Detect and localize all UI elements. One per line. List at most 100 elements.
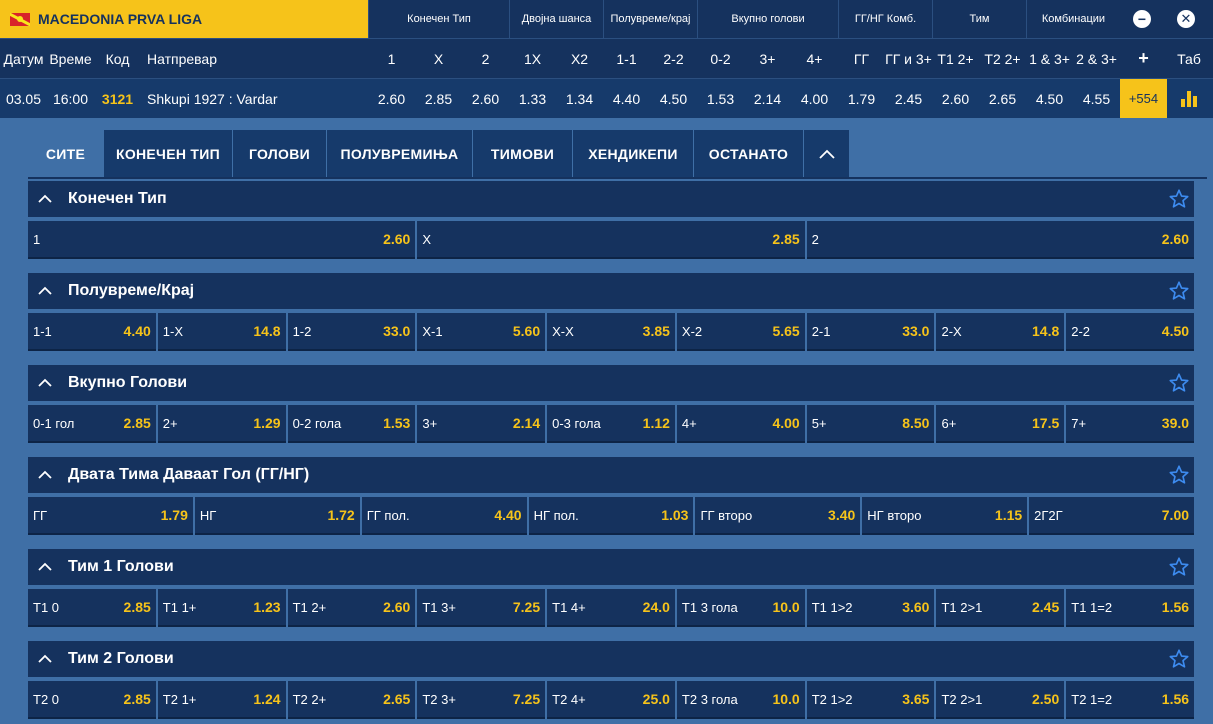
tab-2[interactable]: ГОЛОВИ <box>233 130 327 178</box>
event-odd[interactable]: 2.65 <box>979 79 1026 118</box>
tab-1[interactable]: КОНЕЧЕН ТИП <box>104 130 233 178</box>
event-odd[interactable]: 2.60 <box>932 79 979 118</box>
minimize-button[interactable]: − <box>1120 0 1164 38</box>
event-row[interactable]: 03.05 16:00 3121 Shkupi 1927 : Vardar 2.… <box>0 78 1213 118</box>
odd-value: 1.29 <box>253 415 281 431</box>
odd-button[interactable]: 1-X 14.8 <box>157 313 286 351</box>
odds-column-label: Т1 2+ <box>937 50 974 67</box>
odd-button[interactable]: Т2 3+ 7.25 <box>417 681 546 719</box>
odd-button[interactable]: Т1 1>2 3.60 <box>806 589 935 627</box>
event-odd[interactable]: 2.60 <box>368 79 415 118</box>
odd-button[interactable]: 2Г2Г 7.00 <box>1029 497 1195 535</box>
event-odd[interactable]: 2.14 <box>744 79 791 118</box>
odd-button[interactable]: X-1 5.60 <box>417 313 546 351</box>
odd-button[interactable]: 6+ 17.5 <box>936 405 1065 443</box>
favorite-star-icon[interactable] <box>1168 372 1190 394</box>
odd-button[interactable]: Т2 2+ 2.65 <box>287 681 416 719</box>
odd-button[interactable]: Т2 1>2 3.65 <box>806 681 935 719</box>
odd-button[interactable]: ГГ 1.79 <box>28 497 193 535</box>
odd-button[interactable]: ГГ второ 3.40 <box>695 497 861 535</box>
odd-value: 1.53 <box>383 415 411 431</box>
event-odd[interactable]: 1.34 <box>556 79 603 118</box>
odd-label: НГ пол. <box>533 507 579 523</box>
market-header[interactable]: Двата Тима Даваат Гол (ГГ/НГ) <box>28 457 1194 493</box>
odd-button[interactable]: Т2 2>1 2.50 <box>936 681 1065 719</box>
odd-button[interactable]: X-X 3.85 <box>547 313 675 351</box>
odd-value: 1.24 <box>253 691 281 707</box>
event-odd[interactable]: 2.60 <box>462 79 509 118</box>
odd-button[interactable]: 3+ 2.14 <box>417 405 546 443</box>
close-button[interactable]: ✕ <box>1164 0 1208 38</box>
odd-button[interactable]: Т2 0 2.85 <box>28 681 156 719</box>
event-odd[interactable]: 2.45 <box>885 79 932 118</box>
odd-button[interactable]: 2-2 4.50 <box>1066 313 1195 351</box>
favorite-star-icon[interactable] <box>1168 280 1190 302</box>
odd-button[interactable]: Т1 3+ 7.25 <box>417 589 546 627</box>
event-odd[interactable]: 4.40 <box>603 79 650 118</box>
odd-button[interactable]: X 2.85 <box>417 221 805 259</box>
odd-button[interactable]: 1-1 4.40 <box>28 313 156 351</box>
odd-button[interactable]: Т2 3 гола 10.0 <box>676 681 805 719</box>
collapse-tabs-button[interactable] <box>804 130 850 178</box>
odd-button[interactable]: Т1 2>1 2.45 <box>936 589 1065 627</box>
odd-button[interactable]: Т2 1=2 1.56 <box>1066 681 1195 719</box>
odd-label: Т2 4+ <box>552 691 586 707</box>
odd-value: 2.60 <box>383 231 411 247</box>
odd-value: 2.50 <box>1032 691 1060 707</box>
tab-4[interactable]: ТИМОВИ <box>473 130 573 178</box>
odd-button[interactable]: 2-X 14.8 <box>936 313 1065 351</box>
event-odd[interactable]: 4.00 <box>791 79 838 118</box>
odd-button[interactable]: 2-1 33.0 <box>806 313 935 351</box>
market-section: Тим 1 Голови Т1 0 2.85 Т1 1+ 1.23 Т1 2+ 2.60 Т1… <box>28 549 1195 627</box>
odd-button[interactable]: Т2 1+ 1.24 <box>157 681 286 719</box>
odd-button[interactable]: Т2 4+ 25.0 <box>547 681 675 719</box>
event-odd[interactable]: 2.85 <box>415 79 462 118</box>
odd-button[interactable]: Т1 2+ 2.60 <box>287 589 416 627</box>
odd-button[interactable]: НГ второ 1.15 <box>862 497 1028 535</box>
odd-button[interactable]: 2 2.60 <box>806 221 1194 259</box>
tab-3[interactable]: ПОЛУВРЕМИЊА <box>327 130 473 178</box>
odd-button[interactable]: X-2 5.65 <box>676 313 805 351</box>
odd-button[interactable]: 0-2 гола 1.53 <box>287 405 416 443</box>
odd-button[interactable]: Т1 1+ 1.23 <box>157 589 286 627</box>
market-header[interactable]: Полувреме/Крај <box>28 273 1194 309</box>
market-header[interactable]: Вкупно Голови <box>28 365 1194 401</box>
odd-button[interactable]: Т1 3 гола 10.0 <box>676 589 805 627</box>
tab-5[interactable]: ХЕНДИКЕПИ <box>573 130 694 178</box>
chevron-up-icon <box>38 192 52 206</box>
odd-button[interactable]: 1-2 33.0 <box>287 313 416 351</box>
odd-label: 6+ <box>941 415 957 431</box>
event-odd[interactable]: 4.50 <box>650 79 697 118</box>
market-header[interactable]: Тим 2 Голови <box>28 641 1194 677</box>
odd-button[interactable]: 0-1 гол 2.85 <box>28 405 156 443</box>
event-odd[interactable]: 1.53 <box>697 79 744 118</box>
market-header[interactable]: Конечен Тип <box>28 181 1194 217</box>
odd-button[interactable]: ГГ пол. 4.40 <box>361 497 527 535</box>
event-time: 16:00 <box>52 90 89 107</box>
event-odd[interactable]: 1.33 <box>509 79 556 118</box>
favorite-star-icon[interactable] <box>1168 648 1190 670</box>
odd-button[interactable]: НГ пол. 1.03 <box>528 497 694 535</box>
event-odd[interactable]: 4.55 <box>1073 79 1120 118</box>
favorite-star-icon[interactable] <box>1168 556 1190 578</box>
odd-button[interactable]: Т1 1=2 1.56 <box>1066 589 1195 627</box>
odd-button[interactable]: 5+ 8.50 <box>806 405 935 443</box>
event-odd[interactable]: 1.79 <box>838 79 885 118</box>
odd-button[interactable]: 7+ 39.0 <box>1066 405 1195 443</box>
tab-6[interactable]: ОСТАНАТО <box>694 130 804 178</box>
minus-icon: − <box>1133 10 1151 28</box>
odd-button[interactable]: 4+ 4.00 <box>676 405 805 443</box>
odd-button[interactable]: 1 2.60 <box>28 221 416 259</box>
favorite-star-icon[interactable] <box>1168 188 1190 210</box>
more-markets-button[interactable]: +554 <box>1120 79 1167 118</box>
favorite-star-icon[interactable] <box>1168 464 1190 486</box>
market-header[interactable]: Тим 1 Голови <box>28 549 1194 585</box>
odd-button[interactable]: Т1 4+ 24.0 <box>547 589 675 627</box>
odd-button[interactable]: Т1 0 2.85 <box>28 589 156 627</box>
event-odd[interactable]: 4.50 <box>1026 79 1073 118</box>
odd-button[interactable]: НГ 1.72 <box>194 497 360 535</box>
odd-button[interactable]: 0-3 гола 1.12 <box>547 405 675 443</box>
statistics-icon[interactable] <box>1167 79 1211 118</box>
tab-0[interactable]: СИТЕ <box>28 130 104 178</box>
odd-button[interactable]: 2+ 1.29 <box>157 405 286 443</box>
